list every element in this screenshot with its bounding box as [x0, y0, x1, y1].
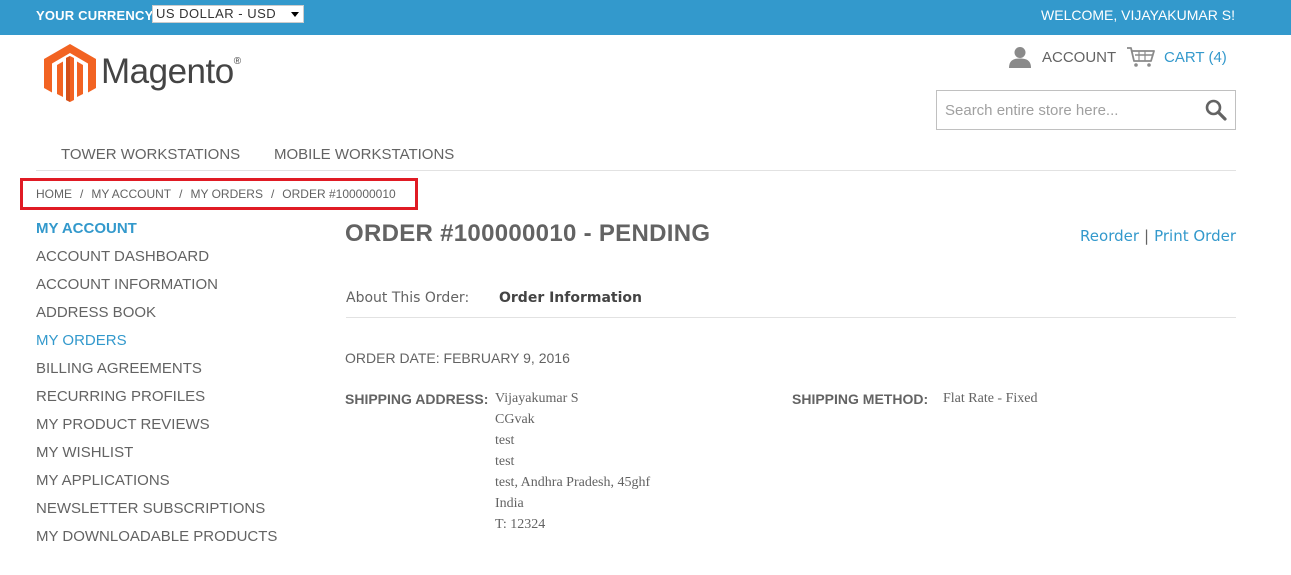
- shipping-address-line: test: [495, 454, 515, 469]
- sidebar-item-my-applications[interactable]: MY APPLICATIONS: [36, 473, 296, 501]
- shipping-address-label: SHIPPING ADDRESS:: [345, 391, 489, 407]
- sidebar-item-newsletter-subscriptions[interactable]: NEWSLETTER SUBSCRIPTIONS: [36, 501, 296, 529]
- search-box: [936, 90, 1236, 130]
- account-sidebar: MY ACCOUNT ACCOUNT DASHBOARD ACCOUNT INF…: [36, 221, 296, 557]
- about-order-label: About This Order:: [346, 290, 470, 306]
- shipping-address-line: CGvak: [495, 412, 535, 427]
- shipping-address-line: T: 12324: [495, 517, 546, 532]
- link-separator: |: [1144, 227, 1150, 245]
- breadcrumb-home[interactable]: HOME: [36, 187, 72, 201]
- cart-icon: [1127, 47, 1155, 67]
- shipping-address-line: India: [495, 496, 524, 511]
- sidebar-item-account-information[interactable]: ACCOUNT INFORMATION: [36, 277, 296, 305]
- print-order-link[interactable]: Print Order: [1154, 227, 1236, 245]
- shipping-address-line: test: [495, 433, 515, 448]
- sidebar-title: MY ACCOUNT: [36, 220, 137, 237]
- currency-label: YOUR CURRENCY:: [36, 8, 158, 23]
- breadcrumb-separator: /: [179, 187, 183, 201]
- shipping-address-line: Vijayakumar S: [495, 391, 579, 406]
- sidebar-item-my-wishlist[interactable]: MY WISHLIST: [36, 445, 296, 473]
- shipping-method-value: Flat Rate - Fixed: [943, 391, 1038, 406]
- search-input[interactable]: [937, 91, 1192, 129]
- nav-item-mobile-workstations[interactable]: MOBILE WORKSTATIONS: [274, 146, 454, 163]
- nav-item-tower-workstations[interactable]: TOWER WORKSTATIONS: [61, 146, 240, 163]
- shipping-address: Vijayakumar S CGvak test test test, Andh…: [495, 391, 650, 538]
- page-title: ORDER #100000010 - PENDING: [345, 220, 711, 247]
- user-icon: [1009, 47, 1031, 68]
- shipping-address-line: test, Andhra Pradesh, 45ghf: [495, 475, 651, 490]
- sidebar-item-account-dashboard[interactable]: ACCOUNT DASHBOARD: [36, 249, 296, 277]
- magento-logo[interactable]: Magento®: [44, 44, 244, 102]
- order-actions: Reorder | Print Order: [1080, 227, 1236, 245]
- sidebar-item-billing-agreements[interactable]: BILLING AGREEMENTS: [36, 361, 296, 389]
- breadcrumb: HOME / MY ACCOUNT / MY ORDERS / ORDER #1…: [36, 187, 396, 201]
- about-order-tabs: About This Order: Order Information: [346, 290, 1236, 318]
- cart-link[interactable]: CART (4): [1126, 45, 1227, 69]
- sidebar-item-my-product-reviews[interactable]: MY PRODUCT REVIEWS: [36, 417, 296, 445]
- welcome-message: WELCOME, VIJAYAKUMAR S!: [1041, 7, 1235, 23]
- breadcrumb-separator: /: [80, 187, 84, 201]
- reorder-link[interactable]: Reorder: [1080, 227, 1139, 245]
- sidebar-item-address-book[interactable]: ADDRESS BOOK: [36, 305, 296, 333]
- breadcrumb-separator: /: [270, 187, 275, 201]
- top-bar: YOUR CURRENCY: US DOLLAR - USD WELCOME, …: [0, 0, 1291, 35]
- breadcrumb-my-orders[interactable]: MY ORDERS: [190, 187, 262, 201]
- shipping-method-label: SHIPPING METHOD:: [792, 391, 929, 407]
- sidebar-item-my-downloadable-products[interactable]: MY DOWNLOADABLE PRODUCTS: [36, 529, 296, 557]
- breadcrumb-current-order: ORDER #100000010: [282, 187, 396, 201]
- tab-order-information[interactable]: Order Information: [499, 290, 642, 306]
- account-label: ACCOUNT: [1042, 48, 1117, 66]
- breadcrumb-my-account[interactable]: MY ACCOUNT: [91, 187, 171, 201]
- currency-select[interactable]: US DOLLAR - USD: [152, 5, 304, 23]
- caret-down-icon: [291, 12, 299, 17]
- account-link[interactable]: ACCOUNT: [1008, 45, 1116, 69]
- sidebar-item-my-orders[interactable]: MY ORDERS: [36, 333, 296, 361]
- logo-wordmark: Magento®: [101, 52, 241, 91]
- search-icon[interactable]: [1205, 99, 1227, 121]
- order-date: ORDER DATE: FEBRUARY 9, 2016: [345, 350, 570, 366]
- main-nav: TOWER WORKSTATIONS MOBILE WORKSTATIONS: [36, 140, 1236, 171]
- sidebar-item-recurring-profiles[interactable]: RECURRING PROFILES: [36, 389, 296, 417]
- currency-selected-value: US DOLLAR - USD: [156, 6, 277, 21]
- magento-logo-icon: [44, 44, 96, 102]
- cart-label: CART (4): [1164, 48, 1227, 66]
